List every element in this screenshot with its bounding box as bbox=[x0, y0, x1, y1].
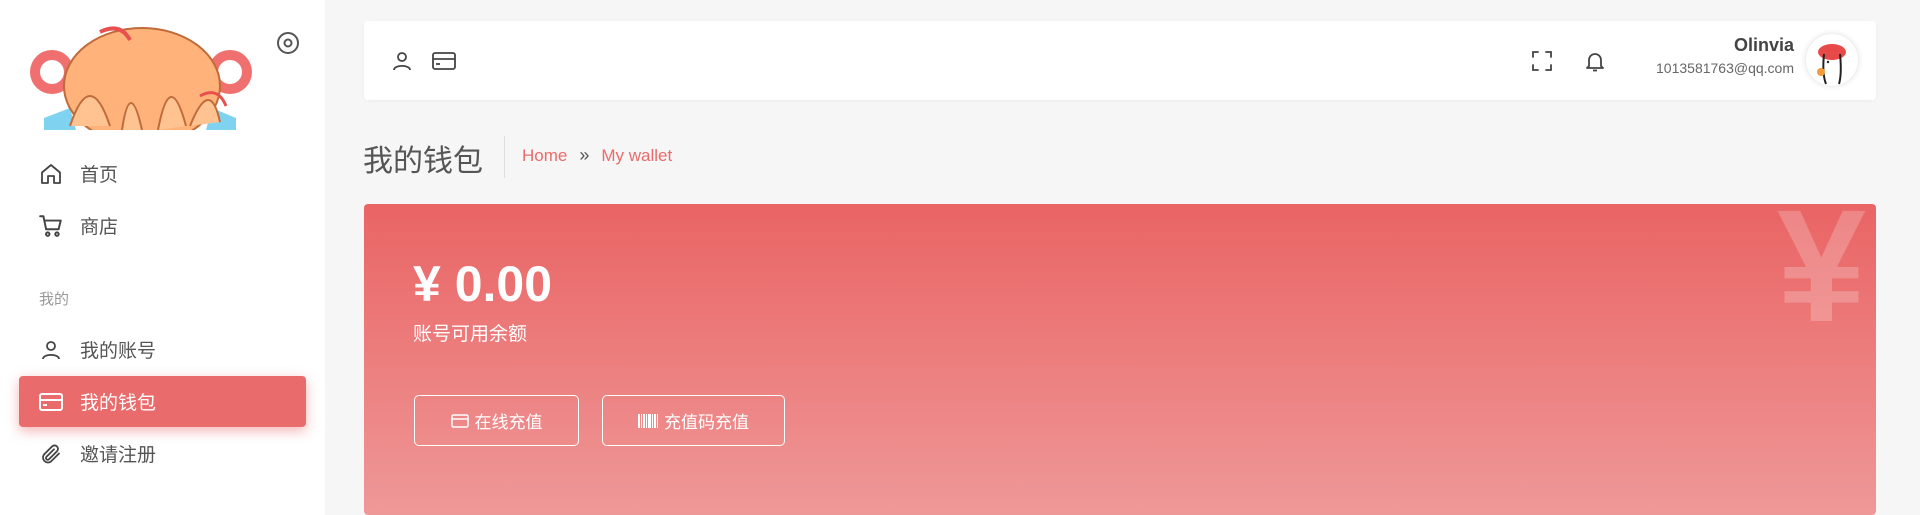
sidebar-item-label: 我的账号 bbox=[80, 341, 157, 362]
sidebar-item-label: 首页 bbox=[80, 165, 119, 186]
user-info[interactable]: Olinvia 1013581763@qq.com bbox=[1656, 35, 1794, 76]
sidebar-item-label: 商店 bbox=[80, 217, 119, 238]
sidebar-item-label: 邀请注册 bbox=[80, 445, 157, 466]
paperclip-icon bbox=[37, 440, 65, 468]
sidebar: 首页 商店 我的 我的账号 我的钱包 邀请注册 bbox=[0, 0, 325, 515]
online-recharge-label: 在线充值 bbox=[474, 413, 543, 432]
barcode-icon bbox=[638, 413, 658, 428]
sidebar-item-account[interactable]: 我的账号 bbox=[19, 324, 306, 375]
online-recharge-button[interactable]: 在线充值 bbox=[414, 395, 579, 446]
code-recharge-button[interactable]: 充值码充值 bbox=[602, 395, 785, 446]
wallet-card: ¥ ¥ 0.00 账号可用余额 在线充值 充值码充值 bbox=[364, 204, 1876, 515]
cart-icon bbox=[37, 212, 65, 240]
wallet-balance-label: 账号可用余额 bbox=[413, 324, 528, 345]
yen-watermark-icon: ¥ bbox=[1777, 204, 1866, 355]
sidebar-item-home[interactable]: 首页 bbox=[19, 148, 306, 199]
collapse-toggle-icon[interactable] bbox=[275, 30, 301, 56]
breadcrumb-home-link[interactable]: Home bbox=[522, 146, 567, 166]
user-icon bbox=[37, 336, 65, 364]
sidebar-item-label: 我的钱包 bbox=[80, 393, 157, 414]
code-recharge-label: 充值码充值 bbox=[664, 413, 749, 432]
top-header: Olinvia 1013581763@qq.com bbox=[364, 21, 1876, 100]
home-icon bbox=[37, 160, 65, 188]
fullscreen-icon[interactable] bbox=[1528, 47, 1556, 75]
user-icon[interactable] bbox=[388, 47, 416, 75]
page-title: 我的钱包 bbox=[363, 145, 483, 178]
breadcrumb-separator: » bbox=[579, 145, 590, 165]
sidebar-item-invite[interactable]: 邀请注册 bbox=[19, 428, 306, 479]
user-email: 1013581763@qq.com bbox=[1656, 60, 1794, 76]
breadcrumb-current[interactable]: My wallet bbox=[601, 146, 672, 166]
wallet-icon bbox=[37, 388, 65, 416]
card-icon bbox=[450, 413, 469, 428]
sidebar-item-shop[interactable]: 商店 bbox=[19, 200, 306, 251]
user-name: Olinvia bbox=[1733, 35, 1794, 55]
avatar[interactable] bbox=[1806, 34, 1858, 86]
breadcrumb: Home » My wallet bbox=[522, 145, 672, 166]
title-divider bbox=[504, 136, 505, 178]
sidebar-item-wallet[interactable]: 我的钱包 bbox=[19, 376, 306, 427]
bell-icon[interactable] bbox=[1581, 47, 1609, 75]
sidebar-section-label: 我的 bbox=[39, 291, 70, 308]
wallet-balance: ¥ 0.00 bbox=[413, 256, 553, 312]
card-icon[interactable] bbox=[430, 47, 458, 75]
logo[interactable] bbox=[30, 26, 258, 130]
